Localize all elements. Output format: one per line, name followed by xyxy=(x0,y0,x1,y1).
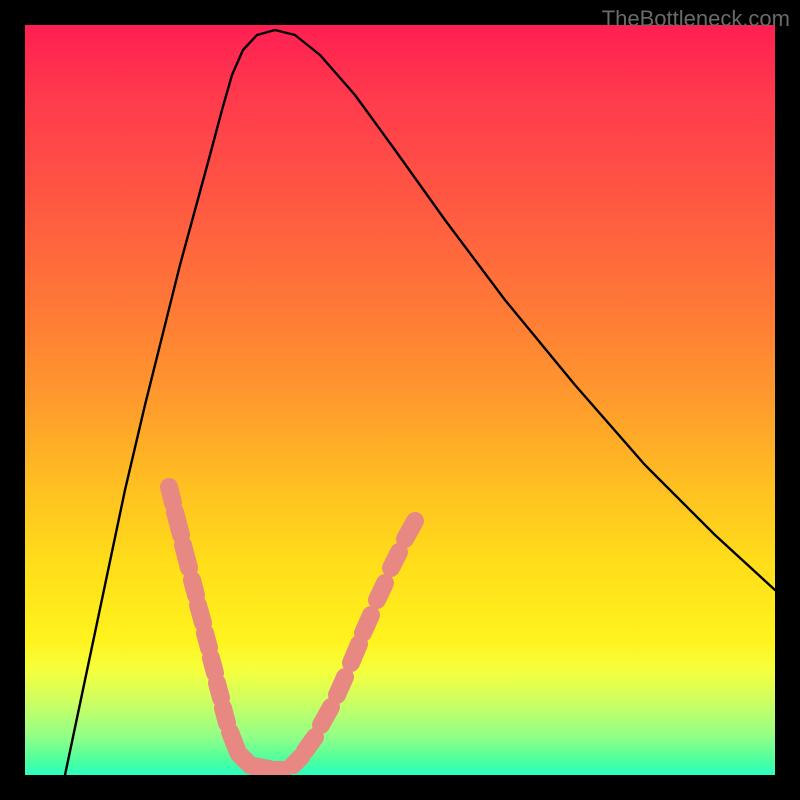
watermark-text: TheBottleneck.com xyxy=(602,6,790,32)
highlight-segment xyxy=(205,633,209,648)
highlight-segment xyxy=(223,708,227,723)
highlight-segment xyxy=(198,605,203,623)
highlight-segment xyxy=(405,521,415,539)
highlight-segment xyxy=(169,487,173,503)
highlight-segment xyxy=(391,552,399,568)
highlight-segment xyxy=(183,545,189,568)
highlight-segment xyxy=(337,677,345,695)
chart-area xyxy=(25,25,775,775)
v-curve xyxy=(65,30,775,775)
highlight-segment xyxy=(321,707,331,725)
highlight-segment xyxy=(217,683,221,698)
highlight-segment xyxy=(211,658,215,673)
highlight-segment xyxy=(192,580,196,595)
highlight-segment xyxy=(305,737,315,751)
highlight-segment xyxy=(363,615,371,633)
viewport: TheBottleneck.com xyxy=(0,0,800,800)
highlight-segment xyxy=(175,512,181,535)
highlight-segment xyxy=(351,644,359,663)
highlight-segment xyxy=(377,583,385,600)
highlight-group xyxy=(169,487,415,770)
chart-svg xyxy=(25,25,775,775)
